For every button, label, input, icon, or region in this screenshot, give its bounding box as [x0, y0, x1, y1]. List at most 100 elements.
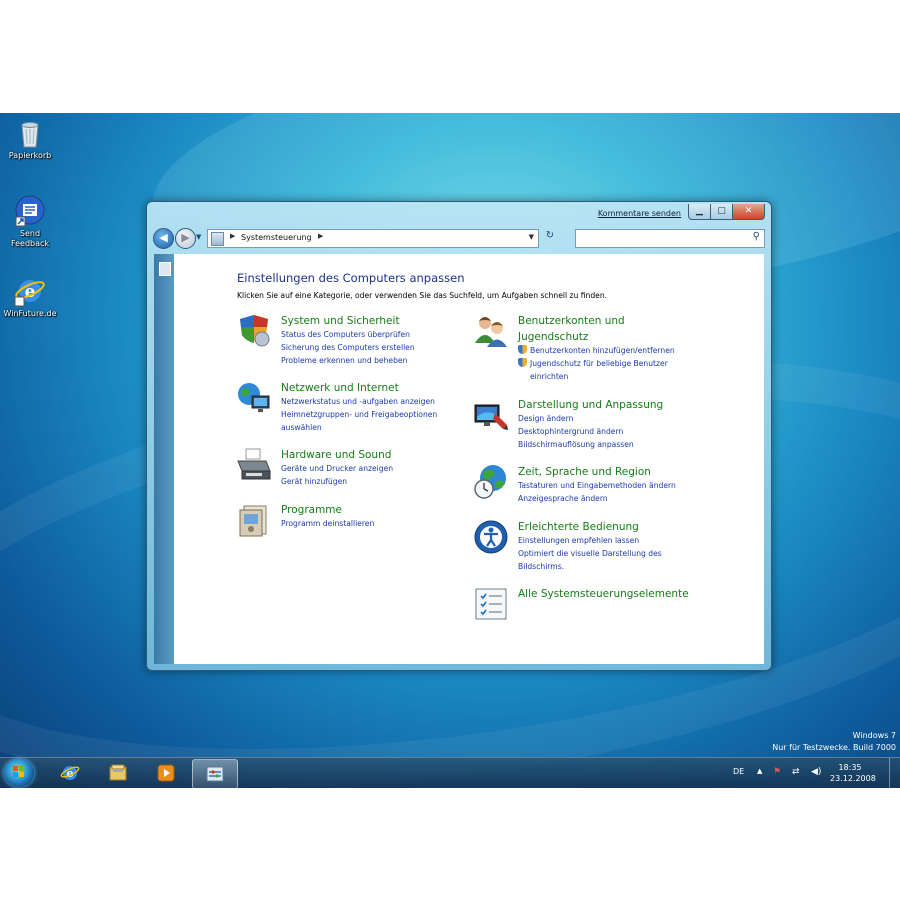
category-title-line: Jugendschutz: [518, 331, 589, 343]
desktop-icon-recycle-bin[interactable]: Papierkorb: [0, 117, 60, 161]
task-link[interactable]: Probleme erkennen und beheben: [281, 355, 415, 368]
task-link[interactable]: Sicherung des Computers erstellen: [281, 342, 415, 355]
breadcrumb-arrow-icon[interactable]: ▶: [230, 232, 235, 240]
system-clock[interactable]: 18:35 23.12.2008: [830, 762, 876, 784]
category-title[interactable]: Netzwerk und Internet: [281, 380, 399, 396]
control-panel-window: Kommentare senden ▁ ▢ ✕ ◀ ▶ ▼ ▶ Systemst…: [146, 201, 772, 671]
desktop: Papierkorb Send Feedback e WinFuture.de …: [0, 113, 900, 788]
task-link[interactable]: Bildschirmauflösung anpassen: [518, 439, 634, 452]
taskbar-explorer[interactable]: [96, 759, 140, 787]
taskbar-internet-explorer[interactable]: e: [48, 759, 92, 787]
category-title[interactable]: Zeit, Sprache und Region: [518, 464, 651, 480]
task-link[interactable]: Einstellungen empfehlen lassen: [518, 535, 662, 548]
task-link[interactable]: Desktophintergrund ändern: [518, 426, 634, 439]
action-center-flag-icon[interactable]: ⚑: [773, 767, 781, 777]
search-icon[interactable]: ⚲: [753, 231, 760, 242]
task-link[interactable]: Jugendschutz für beliebige Benutzer: [518, 357, 675, 371]
show-hidden-icons-icon[interactable]: ▲: [757, 767, 762, 775]
navigation-bar: ◀ ▶ ▼ ▶ Systemsteuerung ▶ ▼ ↻ ⚲: [151, 227, 765, 249]
checklist-icon: [473, 586, 509, 622]
search-input[interactable]: ⚲: [575, 229, 765, 248]
address-bar[interactable]: ▶ Systemsteuerung ▶ ▼: [207, 229, 539, 248]
category-title-line: Benutzerkonten und: [518, 315, 625, 327]
page-title: Einstellungen des Computers anpassen: [237, 271, 465, 285]
feedback-icon: [14, 195, 46, 227]
display-icon: [473, 397, 509, 433]
address-dropdown-icon[interactable]: ▼: [529, 233, 534, 241]
shield-icon: [236, 313, 272, 349]
watermark-line: Nur für Testzwecke. Build 7000: [772, 743, 896, 752]
language-indicator[interactable]: DE: [733, 767, 744, 776]
task-link[interactable]: Netzwerkstatus und -aufgaben anzeigen: [281, 396, 437, 409]
refresh-icon[interactable]: ↻: [541, 230, 559, 246]
breadcrumb-arrow-icon[interactable]: ▶: [318, 232, 323, 240]
task-link-label: Benutzerkonten hinzufügen/entfernen: [530, 346, 675, 355]
task-link[interactable]: Programm deinstallieren: [281, 518, 374, 531]
control-panel-icon[interactable]: [159, 262, 171, 276]
taskbar-media-player[interactable]: [144, 759, 188, 787]
task-link[interactable]: einrichten: [518, 371, 675, 384]
category-title[interactable]: System und Sicherheit: [281, 313, 400, 329]
feedback-link[interactable]: Kommentare senden: [598, 209, 681, 218]
task-link[interactable]: Heimnetzgruppen- und Freigabeoptionen: [281, 409, 437, 422]
navigation-pane: [154, 254, 174, 664]
uac-shield-icon: [518, 345, 527, 354]
window-titlebar[interactable]: Kommentare senden ▁ ▢ ✕: [147, 202, 771, 228]
task-link[interactable]: Tastaturen und Eingabemethoden ändern: [518, 480, 676, 493]
task-link[interactable]: Optimiert die visuelle Darstellung des: [518, 548, 662, 561]
category-title[interactable]: Alle Systemsteuerungselemente: [518, 586, 689, 602]
page-subtitle: Klicken Sie auf eine Kategorie, oder ver…: [237, 291, 608, 300]
desktop-icon-label: WinFuture.de: [3, 309, 57, 318]
breadcrumb-item[interactable]: Systemsteuerung: [241, 233, 312, 242]
accessibility-icon: [473, 519, 509, 555]
show-desktop-button[interactable]: [889, 758, 900, 788]
desktop-icon-winfuture[interactable]: e WinFuture.de: [0, 275, 60, 319]
category-title[interactable]: Benutzerkonten und Jugendschutz: [518, 313, 625, 345]
category-title[interactable]: Darstellung und Anpassung: [518, 397, 663, 413]
task-link-label: Jugendschutz für beliebige Benutzer: [530, 358, 668, 368]
programs-icon: [236, 502, 272, 538]
task-link[interactable]: auswählen: [281, 422, 437, 435]
control-panel-icon: [211, 232, 224, 246]
category-title[interactable]: Programme: [281, 502, 342, 518]
media-player-icon: [156, 763, 176, 783]
back-arrow-icon[interactable]: ◀: [153, 228, 174, 249]
desktop-icon-label: Send Feedback: [10, 229, 50, 248]
windows-logo-icon: [13, 766, 24, 777]
desktop-icon-label: Papierkorb: [8, 151, 52, 160]
recent-pages-dropdown-icon[interactable]: ▼: [196, 233, 201, 241]
uac-shield-icon: [518, 357, 527, 367]
start-button[interactable]: [4, 759, 34, 787]
network-globe-icon: [236, 380, 272, 416]
category-title[interactable]: Erleichterte Bedienung: [518, 519, 639, 535]
taskbar-control-panel[interactable]: [192, 759, 238, 788]
category-title[interactable]: Hardware und Sound: [281, 447, 391, 463]
maximize-button[interactable]: ▢: [710, 204, 733, 220]
taskbar: e DE ▲ ⚑ ⇄ ◀) 18:35 23.12.2008: [0, 757, 900, 788]
volume-icon[interactable]: ◀): [811, 767, 821, 777]
network-icon[interactable]: ⇄: [792, 767, 800, 777]
watermark-line: Windows 7: [852, 731, 896, 740]
build-watermark: Windows 7 Nur für Testzwecke. Build 7000: [772, 730, 896, 754]
users-icon: [473, 313, 509, 349]
clock-globe-icon: [473, 464, 509, 500]
control-panel-icon: [205, 764, 225, 784]
content-area: Einstellungen des Computers anpassen Kli…: [174, 254, 764, 664]
task-link[interactable]: Geräte und Drucker anzeigen: [281, 463, 393, 476]
desktop-icon-send-feedback[interactable]: Send Feedback: [0, 195, 60, 249]
printer-icon: [236, 447, 272, 483]
task-link[interactable]: Bildschirms.: [518, 561, 662, 574]
folder-icon: [108, 763, 128, 783]
task-link[interactable]: Status des Computers überprüfen: [281, 329, 415, 342]
internet-explorer-icon: e: [60, 763, 80, 783]
task-link[interactable]: Gerät hinzufügen: [281, 476, 393, 489]
minimize-button[interactable]: ▁: [688, 204, 711, 220]
forward-arrow-icon[interactable]: ▶: [175, 228, 196, 249]
task-link[interactable]: Anzeigesprache ändern: [518, 493, 676, 506]
clock-date: 23.12.2008: [830, 774, 876, 783]
task-link[interactable]: Benutzerkonten hinzufügen/entfernen: [518, 345, 675, 358]
task-link[interactable]: Design ändern: [518, 413, 634, 426]
close-button[interactable]: ✕: [732, 204, 765, 220]
clock-time: 18:35: [838, 763, 862, 772]
internet-explorer-icon: e: [14, 275, 46, 307]
